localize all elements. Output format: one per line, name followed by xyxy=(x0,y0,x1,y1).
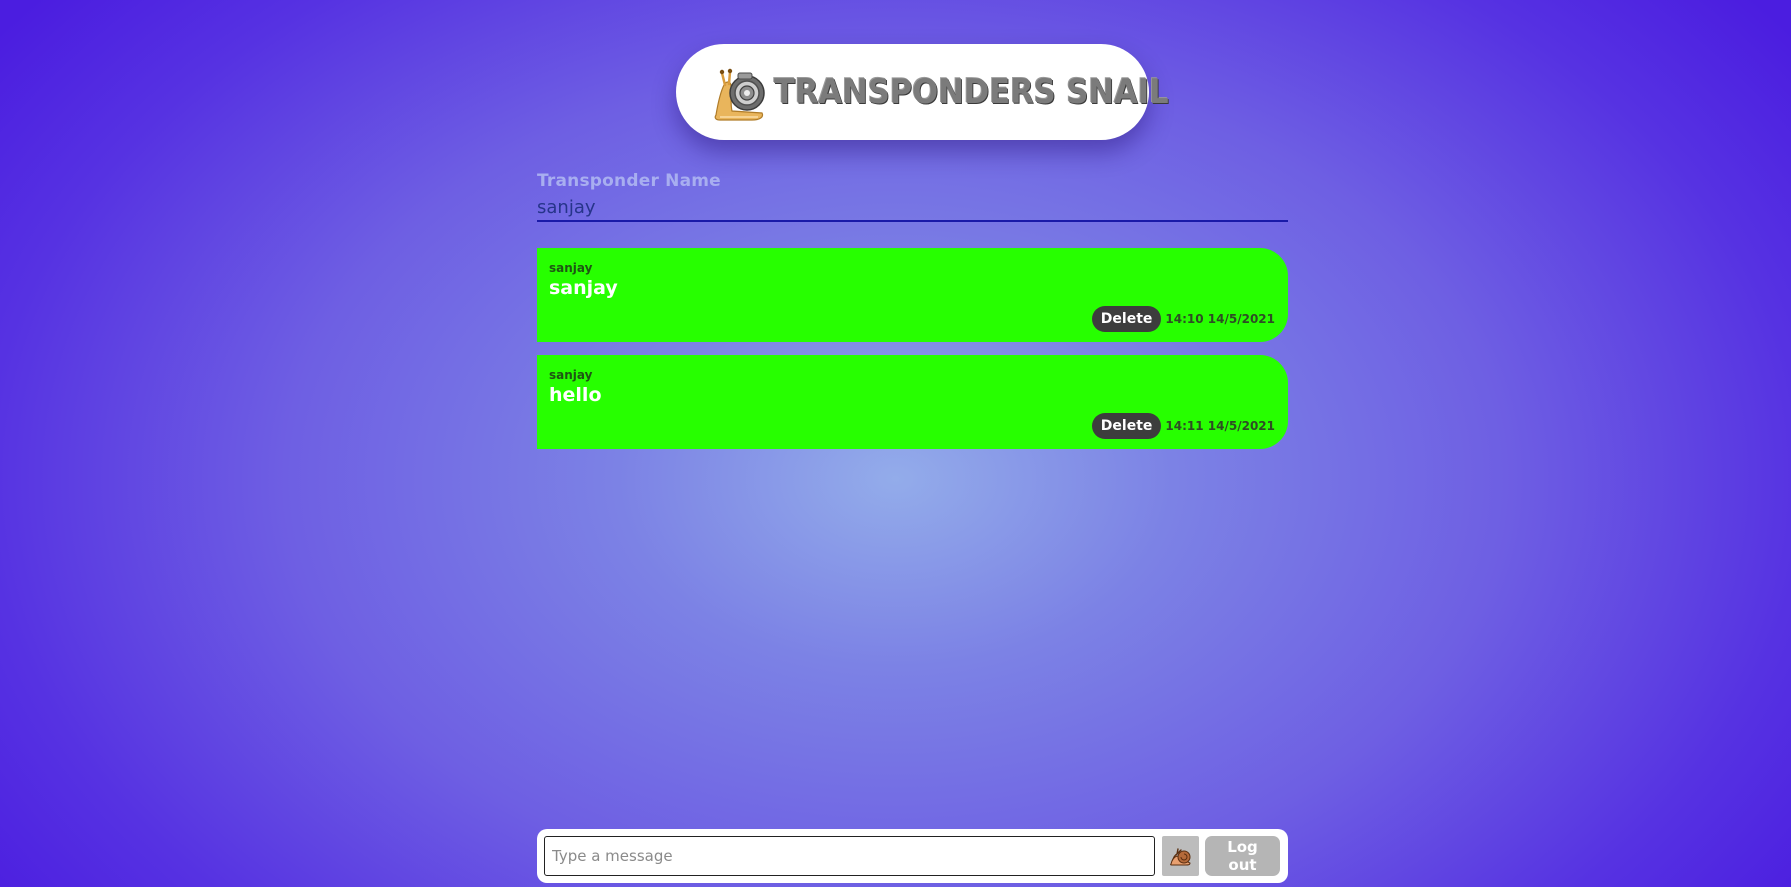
app-header: TRANSPONDERS SNAIL xyxy=(676,44,1169,140)
message-sender: sanjay xyxy=(549,368,593,382)
app-title: TRANSPONDERS SNAIL xyxy=(774,72,1169,112)
transponder-name-label: Transponder Name xyxy=(537,171,721,191)
message-footer: Delete 14:11 14/5/2021 xyxy=(1091,413,1275,439)
delete-message-button[interactable]: Delete xyxy=(1091,413,1162,439)
snail-emoji-icon xyxy=(1169,848,1191,866)
emoji-button[interactable] xyxy=(1162,836,1199,876)
message-item: sanjay sanjay Delete 14:10 14/5/2021 xyxy=(537,248,1288,342)
message-footer: Delete 14:10 14/5/2021 xyxy=(1091,306,1275,332)
message-text: sanjay xyxy=(549,277,618,299)
message-text: hello xyxy=(549,384,602,406)
transponder-name-input[interactable] xyxy=(537,197,1288,222)
message-item: sanjay hello Delete 14:11 14/5/2021 xyxy=(537,355,1288,449)
transponder-name-field: Transponder Name xyxy=(537,171,1288,222)
message-input[interactable] xyxy=(544,836,1155,876)
message-timestamp: 14:10 14/5/2021 xyxy=(1165,312,1275,326)
message-list: sanjay sanjay Delete 14:10 14/5/2021 san… xyxy=(537,248,1288,462)
message-sender: sanjay xyxy=(549,261,593,275)
delete-message-button[interactable]: Delete xyxy=(1091,306,1162,332)
logout-button[interactable]: Log out xyxy=(1205,836,1280,876)
message-timestamp: 14:11 14/5/2021 xyxy=(1165,419,1275,433)
snail-transponder-logo-icon xyxy=(714,68,765,121)
message-composer: Log out xyxy=(537,829,1288,883)
